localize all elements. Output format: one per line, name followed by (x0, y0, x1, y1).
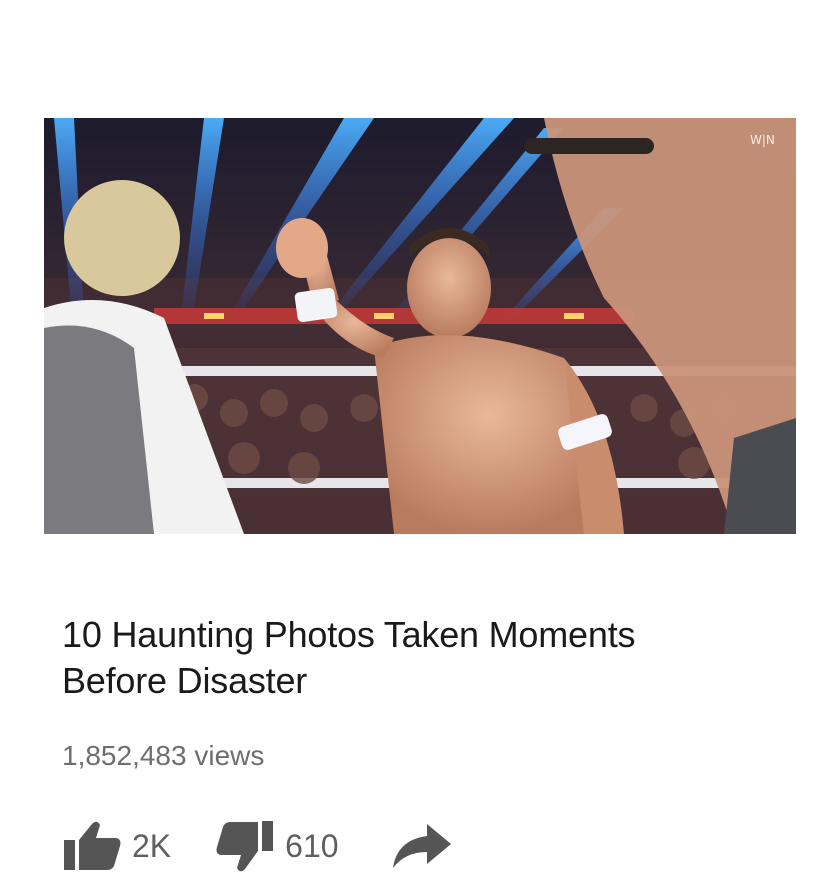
share-arrow-icon (391, 822, 453, 870)
like-button[interactable]: 2K (62, 820, 171, 872)
dislike-count: 610 (285, 827, 339, 864)
dislike-button[interactable]: 610 (213, 819, 339, 873)
video-title[interactable]: 10 Haunting Photos Taken Moments Before … (62, 612, 702, 704)
watermark: W|N (750, 133, 775, 147)
thumbs-up-icon (62, 820, 122, 872)
share-button[interactable] (391, 822, 453, 870)
thumbnail-image: W|N (44, 118, 796, 534)
video-thumbnail[interactable]: W|N (44, 118, 796, 534)
action-bar: 2K 610 (62, 816, 453, 876)
like-count: 2K (132, 827, 172, 864)
view-count: 1,852,483 views (62, 740, 265, 771)
thumbs-down-icon (213, 819, 275, 873)
